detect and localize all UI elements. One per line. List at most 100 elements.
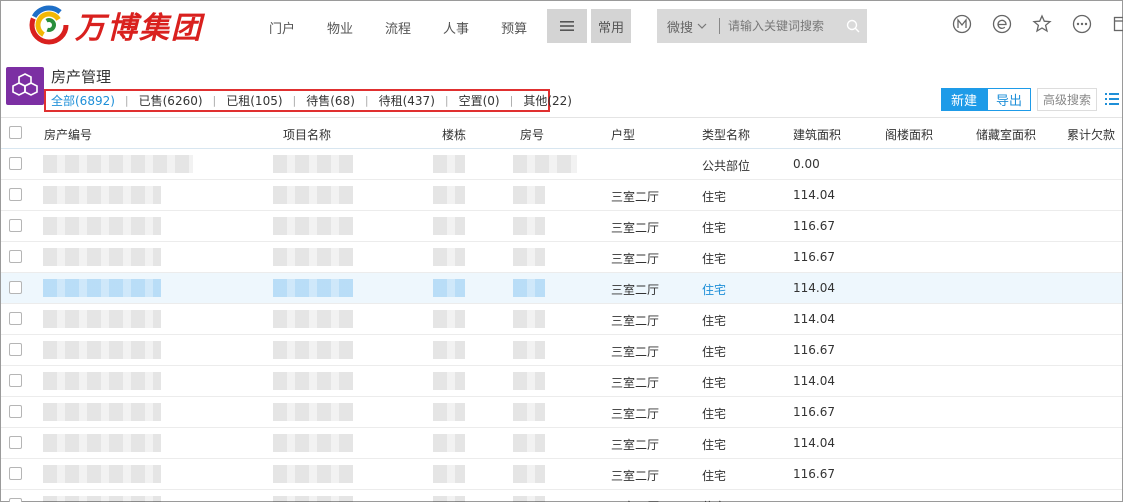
filter-separator: | (444, 94, 449, 107)
redacted-cell (43, 341, 161, 359)
row-checkbox[interactable] (9, 436, 22, 449)
table-row[interactable]: 三室二厅 住宅 116.67 (1, 242, 1122, 273)
advanced-search-button[interactable]: 高级搜索 (1037, 88, 1097, 111)
layout-cell: 三室二厅 (611, 345, 660, 359)
row-checkbox[interactable] (9, 405, 22, 418)
filter-for-rent[interactable]: 待租(437) (379, 92, 435, 109)
column-header[interactable]: 项目名称 (283, 126, 331, 143)
filter-rented[interactable]: 已租(105) (226, 92, 282, 109)
table-row[interactable]: 三室二厅 住宅 114.04 (1, 273, 1122, 304)
column-header[interactable]: 户型 (611, 126, 635, 143)
table-row[interactable]: 三室二厅 住宅 116.67 (1, 335, 1122, 366)
redacted-cell (513, 372, 545, 390)
column-header[interactable]: 阁楼面积 (885, 126, 933, 143)
star-icon[interactable] (1031, 13, 1053, 35)
e-circle-icon[interactable] (991, 13, 1013, 35)
redacted-cell (273, 496, 353, 502)
table-row[interactable]: 三室二厅 住宅 (1, 490, 1122, 502)
table-row[interactable]: 三室二厅 住宅 116.67 (1, 211, 1122, 242)
redacted-cell (273, 155, 353, 173)
type-cell: 住宅 (702, 498, 726, 502)
new-button[interactable]: 新建 (941, 88, 987, 111)
redacted-cell (273, 186, 353, 204)
table-row[interactable]: 三室二厅 住宅 114.04 (1, 366, 1122, 397)
brand-name: 万博集团 (75, 11, 203, 46)
search-button[interactable] (839, 9, 867, 43)
redacted-cell (433, 496, 465, 502)
table-row[interactable]: 三室二厅 住宅 114.04 (1, 304, 1122, 335)
search-input[interactable] (728, 19, 838, 33)
filter-separator: | (212, 94, 217, 107)
filter-other[interactable]: 其他(22) (523, 92, 572, 109)
table-row[interactable]: 三室二厅 住宅 116.67 (1, 459, 1122, 490)
row-checkbox[interactable] (9, 343, 22, 356)
list-view-icon[interactable] (1105, 89, 1119, 109)
hamburger-menu-button[interactable] (547, 9, 587, 43)
common-button[interactable]: 常用 (591, 9, 631, 43)
page-title: 房产管理 (51, 68, 112, 86)
redacted-cell (43, 496, 161, 502)
search-divider (719, 18, 720, 34)
row-checkbox[interactable] (9, 250, 22, 263)
select-all-checkbox[interactable] (9, 126, 22, 139)
m-circle-icon[interactable] (951, 13, 973, 35)
more-icon[interactable] (1071, 13, 1093, 35)
filter-separator: | (124, 94, 129, 107)
column-header[interactable]: 楼栋 (442, 126, 466, 143)
row-checkbox[interactable] (9, 498, 22, 502)
redacted-cell (43, 310, 161, 328)
filter-sold[interactable]: 已售(6260) (139, 92, 203, 109)
row-checkbox[interactable] (9, 157, 22, 170)
filter-for-sale[interactable]: 待售(68) (306, 92, 355, 109)
nav-item-hr[interactable]: 人事 (443, 18, 469, 37)
redacted-cell (433, 155, 465, 173)
window-icon[interactable] (1111, 13, 1123, 35)
search-scope-select[interactable]: 微搜 (657, 17, 719, 36)
row-checkbox[interactable] (9, 219, 22, 232)
row-checkbox[interactable] (9, 374, 22, 387)
table-row[interactable]: 三室二厅 住宅 114.04 (1, 428, 1122, 459)
table-row[interactable]: 公共部位 0.00 (1, 149, 1122, 180)
column-header[interactable]: 储藏室面积 (976, 126, 1036, 143)
nav-item-budget[interactable]: 预算 (501, 18, 527, 37)
type-cell: 住宅 (702, 438, 727, 452)
type-cell: 住宅 (702, 407, 727, 421)
column-header[interactable]: 建筑面积 (793, 126, 841, 143)
redacted-cell (433, 341, 465, 359)
area-cell: 0.00 (793, 157, 820, 171)
type-cell: 住宅 (702, 221, 727, 235)
filter-all[interactable]: 全部(6892) (51, 92, 115, 109)
redacted-cell (433, 465, 465, 483)
layout-cell: 三室二厅 (611, 438, 660, 452)
area-cell: 116.67 (793, 343, 835, 357)
nav-item-workflow[interactable]: 流程 (385, 18, 411, 37)
export-button[interactable]: 导出 (987, 88, 1031, 111)
redacted-cell (513, 310, 545, 328)
redacted-cell (513, 186, 545, 204)
column-header[interactable]: 房产编号 (44, 126, 92, 143)
redacted-cell (513, 155, 577, 173)
row-checkbox[interactable] (9, 467, 22, 480)
area-cell: 114.04 (793, 436, 835, 450)
column-header[interactable]: 类型名称 (702, 126, 750, 143)
table-body: 公共部位 0.00 三室二厅 住宅 114.04 三室二厅 住宅 116.67 三室二厅 住宅 11… (1, 149, 1122, 502)
redacted-cell (433, 279, 465, 297)
redacted-cell (513, 248, 545, 266)
filter-vacant[interactable]: 空置(0) (459, 92, 500, 109)
nav-item-portal[interactable]: 门户 (269, 18, 295, 37)
nav-item-property[interactable]: 物业 (327, 18, 353, 37)
table-row[interactable]: 三室二厅 住宅 116.67 (1, 397, 1122, 428)
redacted-cell (433, 217, 465, 235)
table-row[interactable]: 三室二厅 住宅 114.04 (1, 180, 1122, 211)
redacted-cell (513, 465, 545, 483)
layout-cell: 三室二厅 (611, 190, 660, 204)
column-header[interactable]: 累计欠款 (1067, 126, 1115, 143)
row-checkbox[interactable] (9, 188, 22, 201)
row-checkbox[interactable] (9, 281, 22, 294)
search-bar: 微搜 (657, 9, 867, 43)
row-checkbox[interactable] (9, 312, 22, 325)
column-header[interactable]: 房号 (520, 126, 544, 143)
property-table: 房产编号 项目名称 楼栋 房号 户型 类型名称 建筑面积 阁楼面积 储藏室面积 … (1, 117, 1122, 502)
brand-logo[interactable]: 万博集团 (29, 5, 203, 46)
area-cell: 114.04 (793, 312, 835, 326)
